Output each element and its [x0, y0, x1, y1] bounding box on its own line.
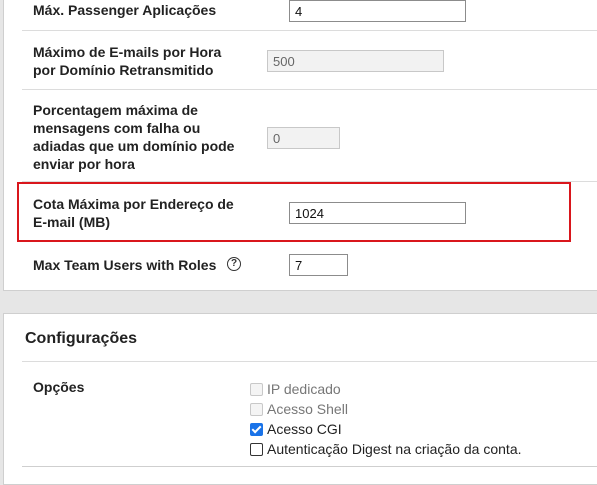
team-users-label: Max Team Users with Roles	[33, 257, 217, 273]
ip-dedicado-checkbox	[250, 383, 263, 396]
help-icon[interactable]: ?	[227, 257, 241, 271]
acesso-shell-label: Acesso Shell	[267, 401, 348, 417]
max-emails-label-line2: por Domínio Retransmitido	[33, 62, 214, 78]
acesso-cgi-label[interactable]: Acesso CGI	[267, 420, 342, 438]
quota-label-line2: E-mail (MB)	[33, 214, 110, 230]
max-emails-label: Máximo de E-mails por Hora por Domínio R…	[33, 43, 221, 79]
max-failed-label-line2: mensagens com falha ou	[33, 120, 201, 136]
max-failed-label-line3: adiadas que um domínio pode	[33, 138, 235, 154]
max-emails-label-line1: Máximo de E-mails por Hora	[33, 44, 222, 60]
opcoes-label: Opções	[33, 379, 85, 395]
max-failed-label-line4: enviar por hora	[33, 156, 135, 172]
team-users-input[interactable]	[289, 254, 348, 276]
row-divider	[22, 466, 597, 467]
autenticacao-digest-label[interactable]: Autenticação Digest na criação da conta.	[267, 440, 522, 458]
quota-input[interactable]	[289, 202, 466, 224]
acesso-shell-checkbox	[250, 403, 263, 416]
max-emails-input	[267, 50, 444, 72]
quota-label: Cota Máxima por Endereço de E-mail (MB)	[33, 195, 234, 231]
max-failed-label: Porcentagem máxima de mensagens com falh…	[33, 101, 234, 173]
section-title: Configurações	[25, 330, 138, 347]
passenger-apps-input[interactable]	[289, 0, 466, 22]
row-divider	[22, 30, 597, 31]
acesso-cgi-checkbox[interactable]	[250, 423, 263, 436]
title-divider	[22, 361, 597, 362]
ip-dedicado-label: IP dedicado	[267, 381, 341, 397]
max-failed-input	[267, 127, 340, 149]
quota-label-line1: Cota Máxima por Endereço de	[33, 196, 234, 212]
row-divider	[22, 89, 597, 90]
passenger-apps-label: Máx. Passenger Aplicações	[33, 2, 217, 18]
max-failed-label-line1: Porcentagem máxima de	[33, 102, 198, 118]
autenticacao-digest-checkbox[interactable]	[250, 443, 263, 456]
